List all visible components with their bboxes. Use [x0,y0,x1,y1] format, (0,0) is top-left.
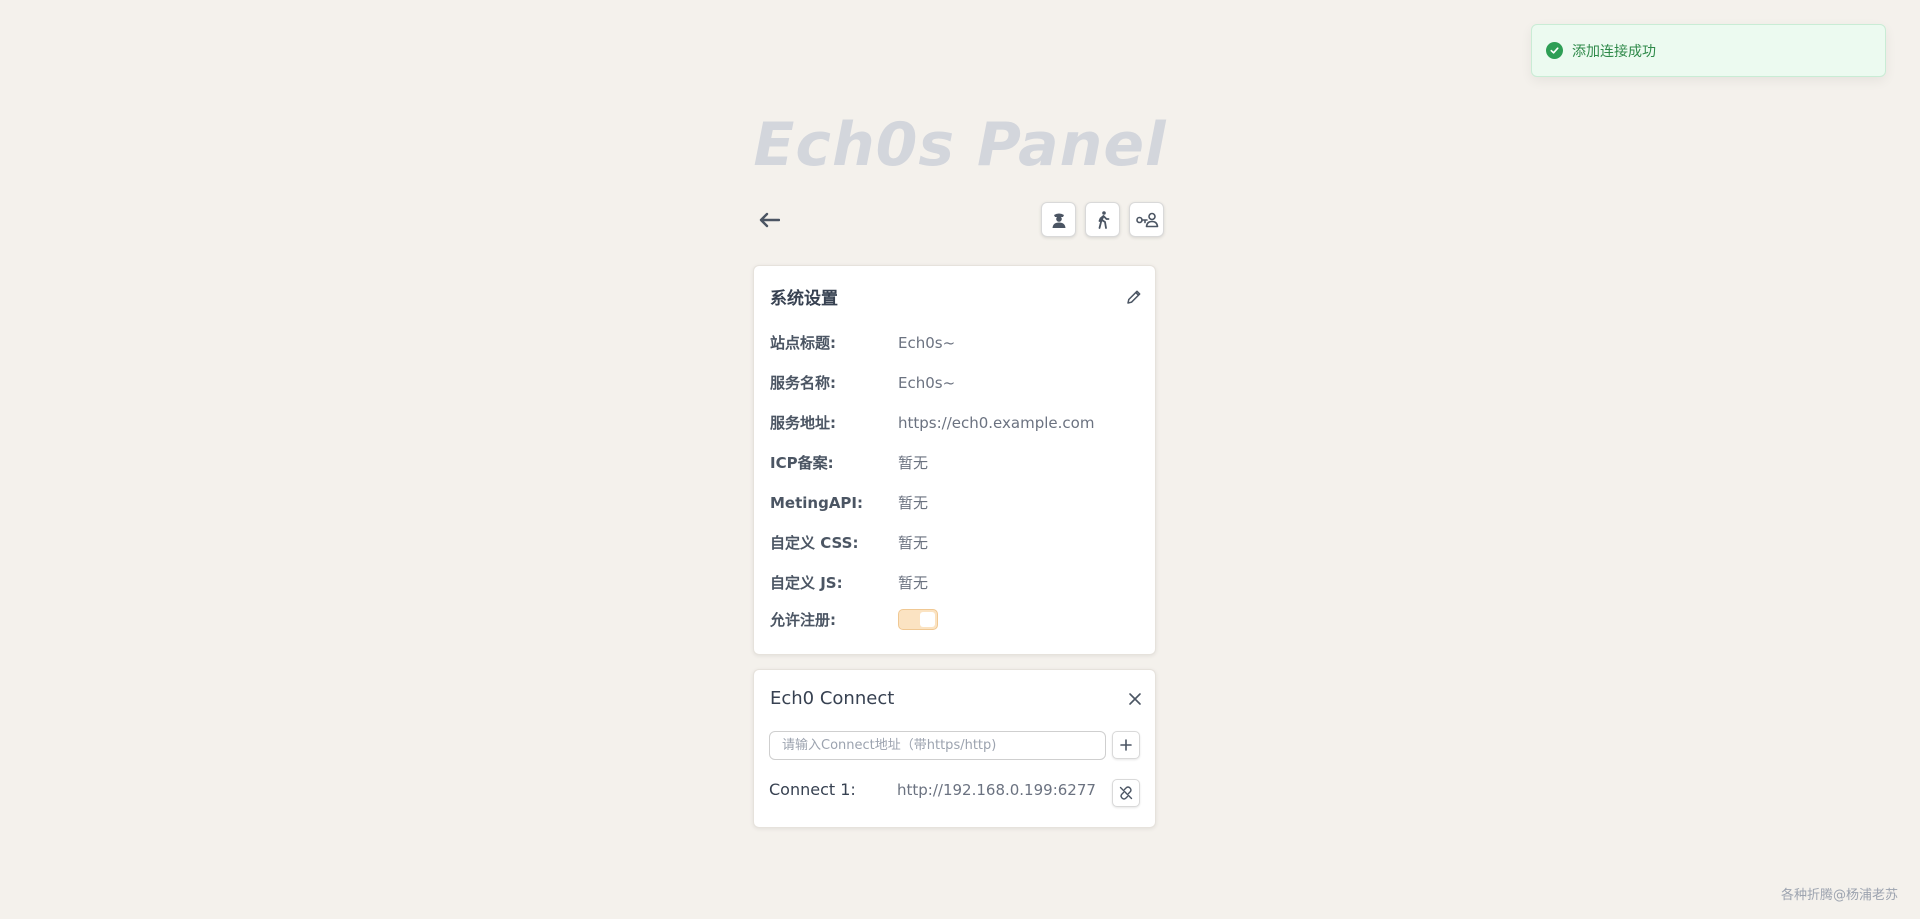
plus-icon [1120,739,1132,751]
allow-register-toggle[interactable] [898,609,938,630]
toolbar-buttons [1041,202,1164,237]
back-button[interactable] [756,206,782,234]
setting-row-meting-api: MetingAPI: 暂无 [770,493,929,513]
edit-button[interactable] [1125,288,1143,306]
setting-row-allow-register: 允许注册: [770,609,938,630]
toggle-knob [920,612,935,627]
check-circle-icon [1546,42,1563,59]
user-key-button[interactable] [1129,202,1164,237]
connect-item-url: http://192.168.0.199:6277 [897,780,1096,799]
arrow-left-icon [759,212,780,228]
connect-title: Ech0 Connect [770,688,895,709]
setting-row-icp: ICP备案: 暂无 [770,454,929,472]
setting-row-service-url: 服务地址: https://ech0.example.com [770,413,1095,433]
page-title: Ech0s Panel [753,110,1167,180]
success-toast: 添加连接成功 [1531,24,1886,77]
setting-row-custom-css: 自定义 CSS: 暂无 [770,534,929,552]
unlink-icon [1119,786,1133,800]
connect-item: Connect 1: http://192.168.0.199:6277 [769,780,1096,799]
user-admin-icon [1052,213,1065,228]
setting-row-site-title: 站点标题: Ech0s~ [770,333,956,353]
settings-title: 系统设置 [770,289,838,309]
footer-credit: 各种折腾@杨浦老苏 [1780,888,1898,903]
setting-row-custom-js: 自定义 JS: 暂无 [770,574,929,592]
connect-url-input[interactable] [769,731,1106,760]
toast-message: 添加连接成功 [1572,43,1656,60]
admin-button[interactable] [1041,202,1076,237]
activity-button[interactable] [1085,202,1120,237]
close-icon [1129,692,1141,705]
ech0-connect-card: Ech0 Connect Connect 1: http://192.168.0… [753,669,1156,828]
user-key-icon [1135,212,1158,227]
walking-person-icon [1098,210,1109,229]
add-connect-button[interactable] [1112,731,1140,759]
connect-header: Ech0 Connect [770,688,1143,709]
disconnect-button[interactable] [1112,779,1140,807]
setting-row-service-name: 服务名称: Ech0s~ [770,373,956,393]
settings-header: 系统设置 [770,284,1143,309]
close-button[interactable] [1127,691,1143,707]
system-settings-card: 系统设置 站点标题: Ech0s~ 服务名称: Ech0s~ 服务地址: htt… [753,265,1156,655]
pencil-icon [1127,290,1141,304]
